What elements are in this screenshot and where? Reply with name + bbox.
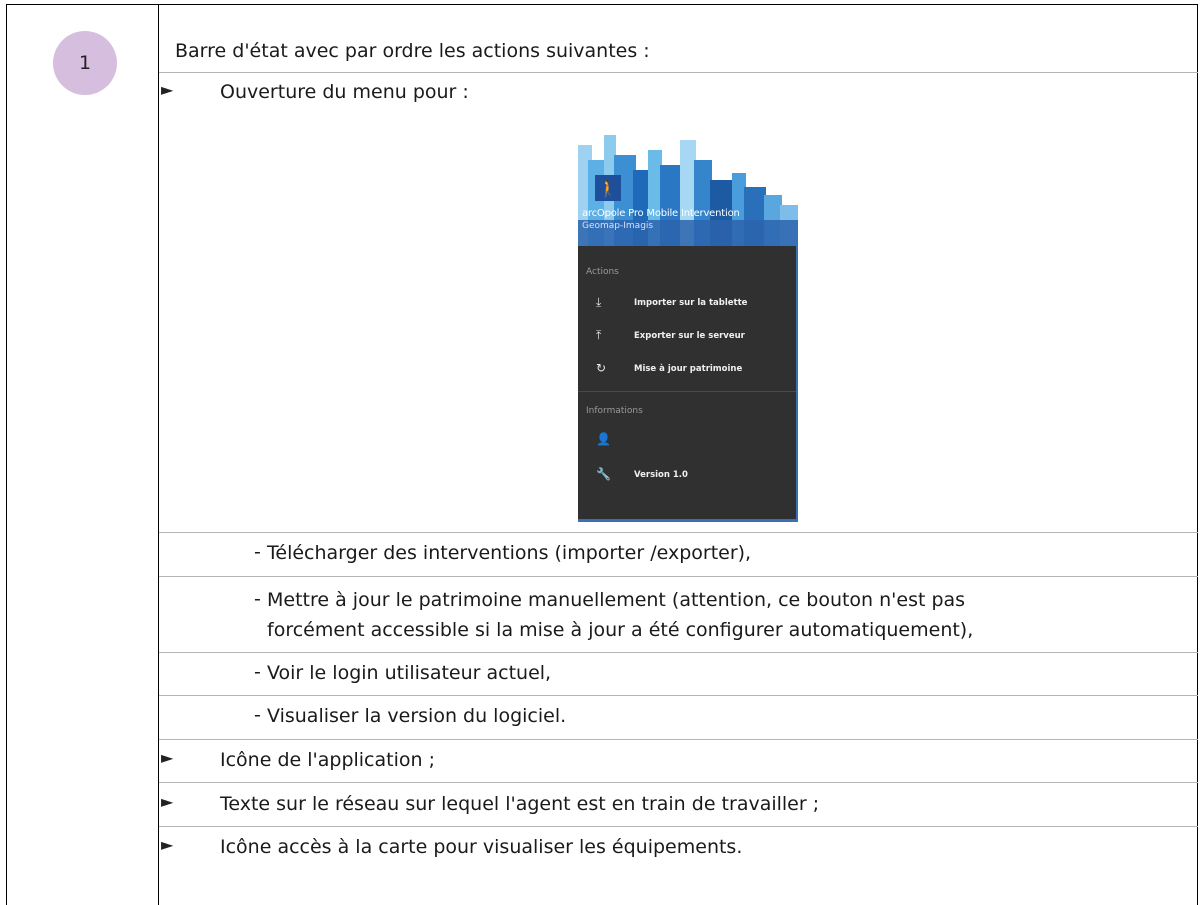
row-separator (159, 532, 1198, 533)
wrench-icon: 🔧 (596, 467, 611, 481)
bullet-icon: ► (161, 80, 174, 99)
drawer-divider (578, 391, 798, 392)
map-icon-item-text: Icône accès à la carte pour visualiser l… (220, 836, 743, 858)
step-number-badge: 1 (53, 31, 117, 95)
sub-item-update-line1: Mettre à jour le patrimoine manuellement… (267, 589, 966, 611)
menu-import-label: Importer sur la tablette (634, 298, 748, 308)
menu-export[interactable]: ⤒ Exporter sur le serveur (578, 326, 798, 348)
bullet-icon: ► (161, 748, 174, 767)
bullet-icon: ► (161, 835, 174, 854)
menu-version: 🔧 Version 1.0 (578, 465, 798, 487)
sub-item-login: Voir le login utilisateur actuel, (267, 662, 552, 684)
menu-import[interactable]: ⤓ Importer sur la tablette (578, 293, 798, 315)
dash-bullet: - (254, 541, 261, 563)
download-icon: ⤓ (596, 295, 602, 309)
menu-update-label: Mise à jour patrimoine (634, 364, 743, 374)
screenshot-edge (578, 519, 798, 522)
menu-export-label: Exporter sur le serveur (634, 331, 745, 341)
dash-bullet: - (254, 588, 261, 610)
row-separator (159, 72, 1198, 73)
city-skyline-banner: 🚶 arcOpole Pro Mobile Intervention Geoma… (578, 125, 798, 246)
instruction-table: 1 Barre d'état avec par ordre les action… (6, 4, 1198, 905)
row-separator (159, 782, 1198, 783)
sub-item-version: Visualiser la version du logiciel. (267, 705, 567, 727)
column-divider (158, 5, 159, 905)
refresh-icon: ↻ (596, 361, 607, 375)
menu-update[interactable]: ↻ Mise à jour patrimoine (578, 359, 798, 381)
intro-text: Barre d'état avec par ordre les actions … (175, 40, 650, 62)
app-menu-screenshot: 🚶 arcOpole Pro Mobile Intervention Geoma… (578, 125, 798, 522)
section-info-label: Informations (586, 406, 643, 416)
row-separator (159, 739, 1198, 740)
app-publisher: Geomap-Imagis (582, 221, 654, 231)
person-icon: 👤 (596, 432, 611, 446)
network-item-text: Texte sur le réseau sur lequel l'agent e… (220, 793, 820, 815)
sub-item-download: Télécharger des interventions (importer … (267, 542, 752, 564)
app-name: arcOpole Pro Mobile Intervention (582, 208, 740, 219)
upload-icon: ⤒ (596, 328, 602, 342)
menu-version-label: Version 1.0 (634, 470, 688, 480)
row-separator (159, 652, 1198, 653)
menu-user[interactable]: 👤 (578, 430, 798, 452)
app-icon-item-text: Icône de l'application ; (220, 749, 435, 771)
row-separator (159, 576, 1198, 577)
sub-item-update-line2: forcément accessible si la mise à jour a… (267, 619, 974, 641)
row-separator (159, 826, 1198, 827)
bullet-icon: ► (161, 792, 174, 811)
section-actions-label: Actions (586, 267, 619, 277)
step-number: 1 (78, 52, 92, 74)
dash-bullet: - (254, 704, 261, 726)
screenshot-edge (796, 246, 798, 522)
app-logo-icon: 🚶 (595, 175, 621, 201)
dash-bullet: - (254, 661, 261, 683)
menu-item-text: Ouverture du menu pour : (220, 81, 469, 103)
row-separator (159, 695, 1198, 696)
